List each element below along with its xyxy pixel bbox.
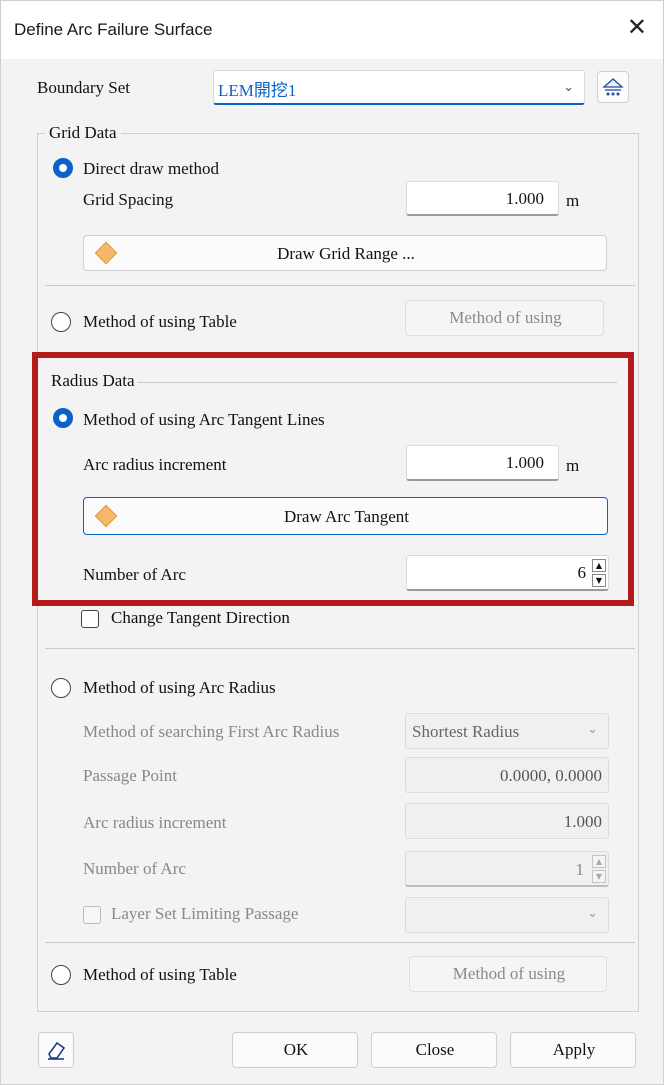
number-of-arc2-stepper[interactable]: 1 ▲ ▼: [405, 851, 609, 887]
passage-point-value: 0.0000, 0.0000: [500, 766, 602, 785]
number-of-arc2-label: Number of Arc: [83, 859, 186, 878]
apply-label: Apply: [552, 1040, 596, 1059]
boundary-set-label: Boundary Set: [37, 78, 131, 97]
grid-spacing-value: 1.000: [505, 189, 544, 208]
highlight-box: [32, 352, 634, 606]
chevron-down-icon: ⌄: [587, 722, 598, 737]
passage-point-label: Passage Point: [83, 766, 177, 785]
grid-spacing-input[interactable]: 1.000: [406, 181, 559, 216]
spin-up-icon[interactable]: ▲: [592, 855, 606, 868]
layer-set-label: Layer Set Limiting Passage: [111, 904, 299, 923]
window-title: Define Arc Failure Surface: [14, 20, 213, 39]
chevron-down-icon: ⌄: [563, 80, 574, 95]
arc-increment2-label: Arc radius increment: [83, 813, 227, 832]
layer-set-checkbox[interactable]: [83, 906, 101, 924]
ok-button[interactable]: OK: [232, 1032, 358, 1068]
boundary-set-select[interactable]: LEM開挖1 ⌄: [213, 70, 585, 105]
grid-table-method-radio[interactable]: [51, 312, 71, 332]
passage-point-input[interactable]: 0.0000, 0.0000: [405, 757, 609, 793]
apply-button[interactable]: Apply: [510, 1032, 636, 1068]
layer-set-select[interactable]: ⌄: [405, 897, 609, 933]
search-first-select[interactable]: Shortest Radius ⌄: [405, 713, 609, 749]
boundary-set-value: LEM開挖1: [218, 81, 297, 100]
spinner[interactable]: ▲ ▼: [592, 855, 606, 883]
divider: [45, 285, 635, 286]
divider: [45, 648, 635, 649]
divider: [45, 942, 635, 943]
eraser-button[interactable]: [38, 1032, 74, 1068]
change-direction-checkbox[interactable]: [81, 610, 99, 628]
direct-draw-label: Direct draw method: [83, 159, 219, 178]
title-bar: Define Arc Failure Surface ✕: [1, 1, 663, 59]
grid-table-method-label: Method of using Table: [83, 312, 237, 331]
draw-grid-range-label: Draw Grid Range ...: [277, 244, 415, 263]
search-first-value: Shortest Radius: [412, 722, 520, 741]
dialog-window: Define Arc Failure Surface ✕ Boundary Se…: [0, 0, 664, 1085]
radius-table-method-label: Method of using Table: [83, 965, 237, 984]
arc-radius-method-label: Method of using Arc Radius: [83, 678, 276, 697]
radius-table-method-button-label: Method of using: [452, 964, 566, 983]
arc-increment2-value: 1.000: [563, 812, 602, 831]
radius-table-method-radio[interactable]: [51, 965, 71, 985]
close-label: Close: [415, 1040, 455, 1059]
arc-radius-method-radio[interactable]: [51, 678, 71, 698]
spin-down-icon[interactable]: ▼: [592, 870, 606, 883]
draw-grid-range-button[interactable]: Draw Grid Range ...: [83, 235, 607, 271]
chevron-down-icon: ⌄: [587, 906, 598, 921]
direct-draw-radio[interactable]: [53, 158, 73, 178]
close-icon[interactable]: ✕: [627, 13, 647, 42]
grid-table-method-button[interactable]: Method of using: [405, 300, 604, 336]
number-of-arc2-value: 1: [575, 860, 585, 879]
grid-table-method-button-label: Method of using: [449, 308, 562, 327]
eraser-icon: [48, 1041, 66, 1060]
ok-label: OK: [283, 1040, 309, 1059]
search-first-label: Method of searching First Arc Radius: [83, 722, 340, 741]
arc-increment2-input[interactable]: 1.000: [405, 803, 609, 839]
close-button[interactable]: Close: [371, 1032, 497, 1068]
grid-spacing-label: Grid Spacing: [83, 190, 174, 209]
radius-table-method-button[interactable]: Method of using: [409, 956, 607, 992]
boundary-set-icon: [602, 78, 624, 96]
boundary-set-button[interactable]: [597, 71, 629, 103]
grid-spacing-unit: m: [566, 191, 580, 210]
change-direction-label: Change Tangent Direction: [111, 608, 290, 627]
grid-data-legend: Grid Data: [45, 123, 121, 143]
